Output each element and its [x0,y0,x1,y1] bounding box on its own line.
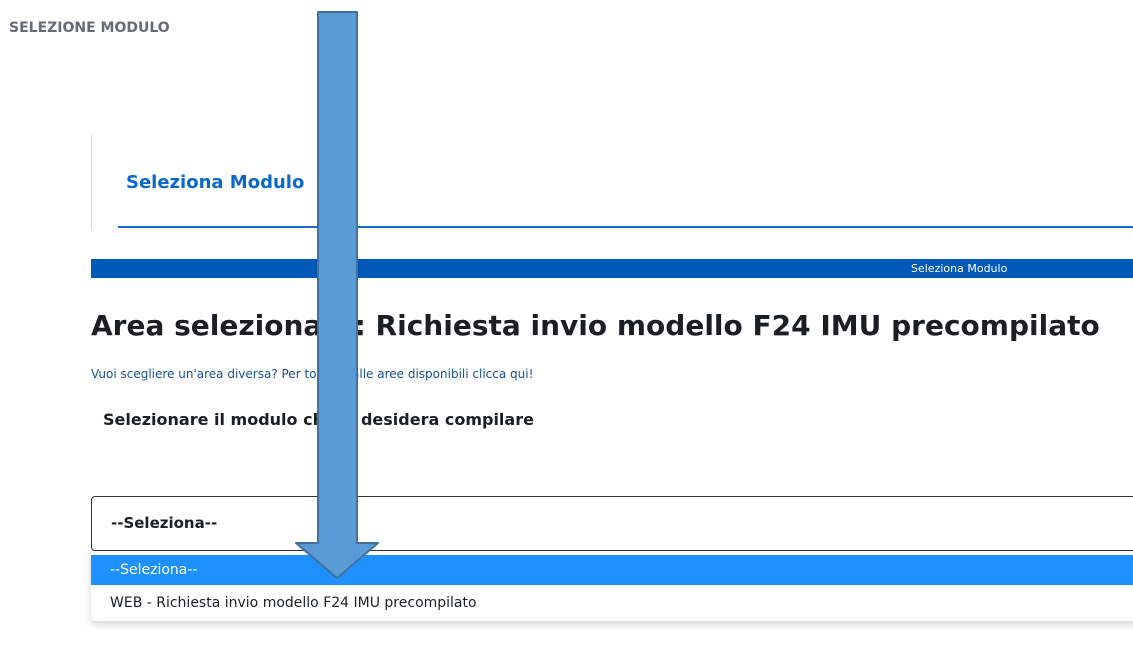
module-dropdown-list: --Seleziona-- WEB - Richiesta invio mode… [91,553,1133,621]
change-area-link[interactable]: Vuoi scegliere un'area diversa? Per torn… [91,367,533,381]
tab-active-underline [118,226,1133,228]
dropdown-option-web-f24-imu[interactable]: WEB - Richiesta invio modello F24 IMU pr… [91,589,1133,617]
page: SELEZIONE MODULO Seleziona Modulo Selezi… [0,0,1133,664]
module-select-value: --Seleziona-- [111,514,218,532]
select-instruction: Selezionare il modulo che si desidera co… [103,410,534,429]
dropdown-option-seleziona[interactable]: --Seleziona-- [91,555,1133,585]
area-title: Area selezionata: Richiesta invio modell… [91,309,1100,342]
page-header-title: SELEZIONE MODULO [9,20,170,36]
tab-divider [91,135,92,230]
progress-bar: Seleziona Modulo [91,259,1133,278]
module-select[interactable]: --Seleziona-- [91,496,1133,551]
progress-step-label: Seleziona Modulo [911,262,1008,275]
tab-seleziona-modulo[interactable]: Seleziona Modulo [126,172,304,193]
arrow-shape [295,11,379,579]
